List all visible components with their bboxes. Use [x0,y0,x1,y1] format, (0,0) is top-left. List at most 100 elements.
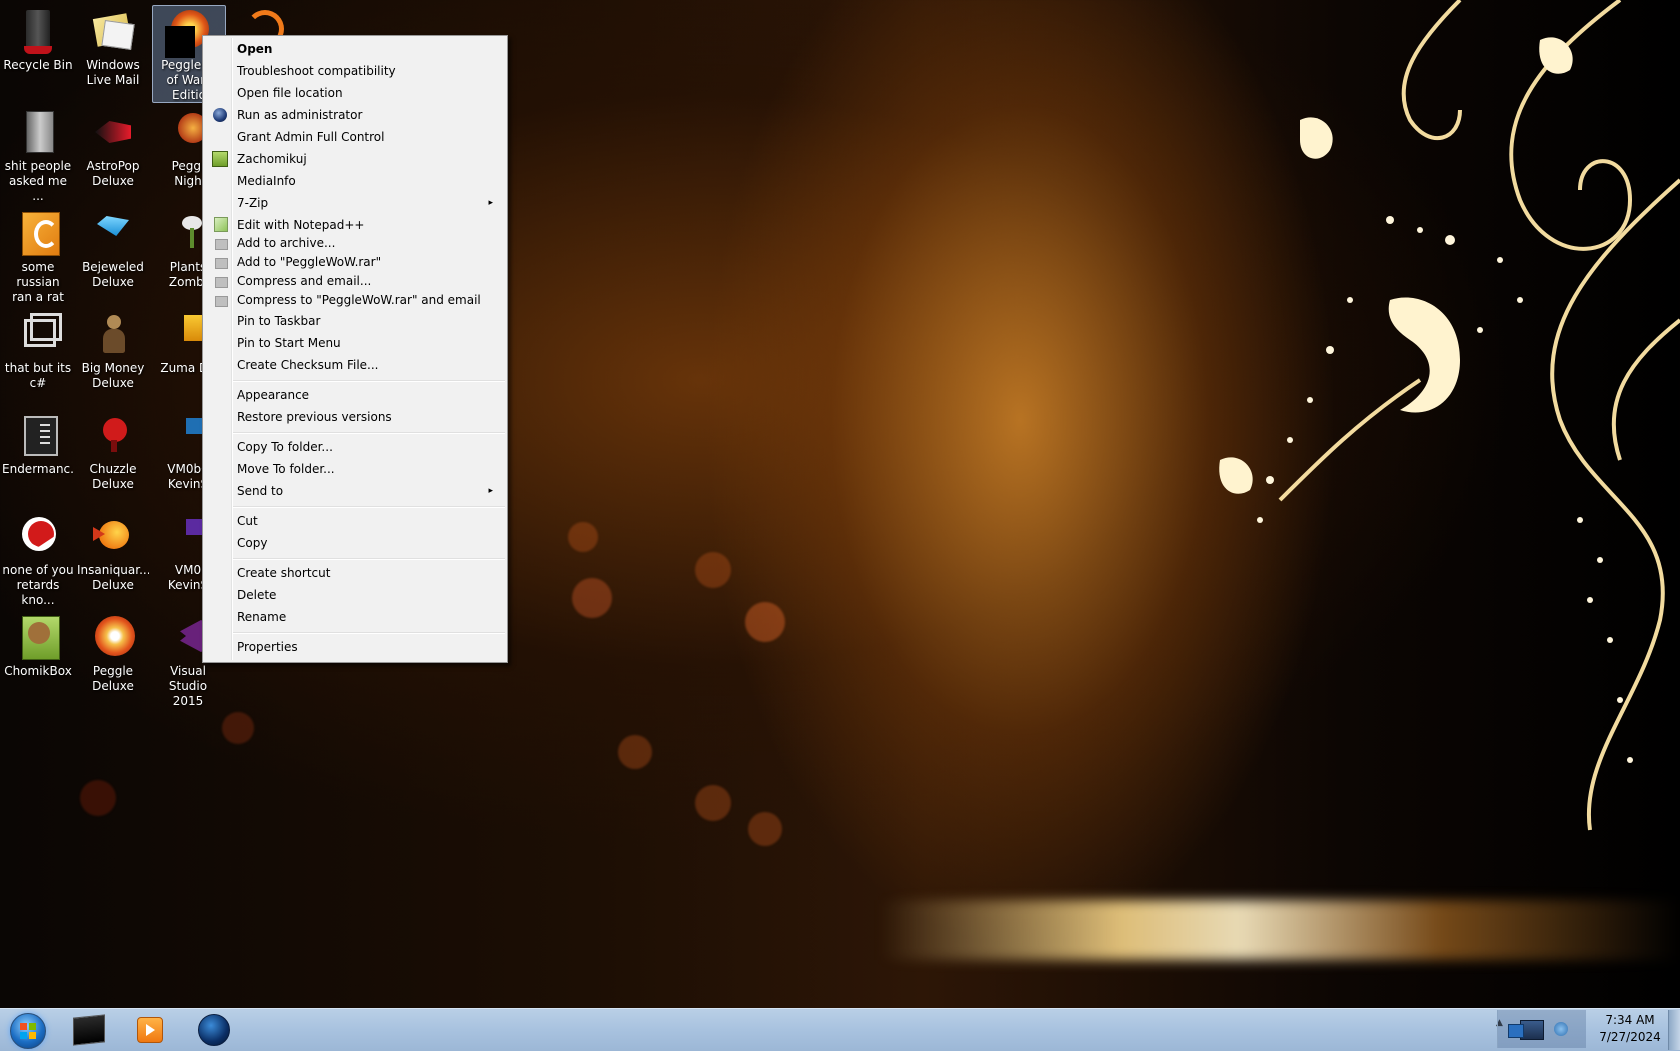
menu-item-move-to-folder[interactable]: Move To folder... [205,458,503,480]
notepad-plus-plus-icon [214,217,228,232]
menu-item-cut[interactable]: Cut [205,510,503,532]
desktop-icon-endermanc[interactable]: Endermanc... [2,410,74,477]
taskbar-button-browser[interactable] [184,1010,242,1048]
menu-item-pin-to-taskbar[interactable]: Pin to Taskbar [205,310,503,332]
menu-item-compress-and-email[interactable]: Compress and email... [205,272,503,291]
menu-item-label: Pin to Taskbar [237,314,321,328]
menu-item-label: Compress to "PeggleWoW.rar" and email [237,293,481,307]
menu-item-7-zip[interactable]: 7-Zip ▸ [205,192,503,214]
icon-label: Windows Live Mail [86,58,140,87]
menu-item-copy[interactable]: Copy [205,532,503,554]
desktop-icon-shit-people-asked[interactable]: shit people asked me ... [2,107,74,204]
menu-item-delete[interactable]: Delete [205,584,503,606]
icon-label: Bejeweled Deluxe [82,260,144,289]
desktop-icon-insaniquarium[interactable]: Insaniquar... Deluxe [77,511,149,593]
insaniquarium-icon [89,513,137,561]
menu-item-create-checksum-file[interactable]: Create Checksum File... [205,354,503,376]
icon-label: ChomikBox [4,664,72,678]
taskbar-clock[interactable]: 7:34 AM 7/27/2024 [1590,1012,1670,1046]
menu-item-open-file-location[interactable]: Open file location [205,82,503,104]
menu-item-label: Send to [237,484,284,498]
desktop-icon-windows-live-mail[interactable]: Windows Live Mail [77,6,149,88]
menu-item-label: Properties [237,640,298,654]
menu-item-label: Troubleshoot compatibility [237,64,396,78]
windows-start-icon [10,1013,46,1049]
menu-item-label: Cut [237,514,258,528]
desktop-icon-big-money[interactable]: Big Money Deluxe [77,309,149,391]
submenu-arrow-icon: ▸ [488,198,493,208]
wallpaper-bokeh [748,812,782,846]
menu-item-properties[interactable]: Properties [205,636,503,658]
desktop-icon-chuzzle[interactable]: Chuzzle Deluxe [77,410,149,492]
taskbar-button-media-player[interactable] [120,1010,178,1048]
wallpaper-bokeh [695,552,731,588]
menu-item-grant-admin-full-control[interactable]: Grant Admin Full Control [205,126,503,148]
icon-label: Insaniquar... Deluxe [77,563,149,592]
icon-label: Recycle Bin [3,58,73,72]
icon-label: AstroPop Deluxe [86,159,140,188]
desktop-icon-that-but-its[interactable]: that but its c# [2,309,74,391]
menu-item-label: MediaInfo [237,174,296,188]
menu-separator [233,632,505,634]
wallpaper-bokeh [222,712,254,744]
wallpaper-bokeh [695,785,731,821]
icon-label: some russian ran a rat [12,260,64,304]
menu-item-send-to[interactable]: Send to ▸ [205,480,503,502]
icon-label: Chuzzle Deluxe [89,462,137,491]
volume-icon[interactable] [1554,1022,1568,1036]
icon-label: shit people asked me ... [4,159,72,203]
menu-item-pin-to-start-menu[interactable]: Pin to Start Menu [205,332,503,354]
menu-item-label: Edit with Notepad++ [237,218,365,232]
menu-item-restore-previous-versions[interactable]: Restore previous versions [205,406,503,428]
menu-item-open[interactable]: Open [205,38,503,60]
desktop-icon-astropop[interactable]: AstroPop Deluxe [77,107,149,189]
menu-item-label: Add to "PeggleWoW.rar" [237,255,382,269]
icon-label: Peggle Deluxe [92,664,134,693]
menu-item-mediainfo[interactable]: MediaInfo [205,170,503,192]
menu-item-zachomikuj[interactable]: Zachomikuj [205,148,503,170]
menu-item-rename[interactable]: Rename [205,606,503,628]
menu-item-appearance[interactable]: Appearance [205,384,503,406]
globe-browser-icon [198,1014,230,1046]
desktop-icon-none-of-you[interactable]: none of you retards kno... [2,511,74,608]
menu-item-label: Create Checksum File... [237,358,379,372]
menu-separator [233,432,505,434]
big-money-icon [89,311,137,359]
chuzzle-icon [89,412,137,460]
peggle-icon [89,614,137,662]
menu-item-label: Copy To folder... [237,440,333,454]
context-menu: Open Troubleshoot compatibility Open fil… [202,35,508,663]
uac-shield-icon [213,108,227,122]
desktop-icon-bejeweled[interactable]: Bejeweled Deluxe [77,208,149,290]
menu-item-label: Open [237,42,273,56]
menu-item-run-as-administrator[interactable]: Run as administrator [205,104,503,126]
menu-item-label: Compress and email... [237,274,372,288]
menu-item-create-shortcut[interactable]: Create shortcut [205,562,503,584]
menu-item-add-to-pegglewow-rar[interactable]: Add to "PeggleWoW.rar" [205,253,503,272]
show-desktop-button[interactable] [1668,1010,1680,1050]
submenu-arrow-icon: ▸ [488,486,493,496]
desktop-icon-some-russian[interactable]: some russian ran a rat [2,208,74,305]
menu-item-label: Pin to Start Menu [237,336,341,350]
taskbar-button-command-prompt[interactable] [60,1010,118,1048]
recycle-bin-icon [14,8,62,56]
menu-item-label: Rename [237,610,287,624]
start-button[interactable] [4,1011,52,1049]
clock-time: 7:34 AM [1605,1013,1655,1027]
menu-item-add-to-archive[interactable]: Add to archive... [205,234,503,253]
desktop[interactable]: Recycle Bin Windows Live Mail Peggle W o… [0,0,1680,1008]
winrar-icon [215,239,228,250]
winrar-icon [215,296,228,307]
desktop-icon-peggle-deluxe[interactable]: Peggle Deluxe [77,612,149,694]
desktop-icon-chomikbox[interactable]: ChomikBox [2,612,74,679]
menu-item-label: Zachomikuj [237,152,307,166]
wallpaper-bokeh [568,522,598,552]
menu-item-compress-to-pegglewow-rar-and-email[interactable]: Compress to "PeggleWoW.rar" and email [205,291,503,310]
menu-item-troubleshoot-compatibility[interactable]: Troubleshoot compatibility [205,60,503,82]
desktop-icon-recycle-bin[interactable]: Recycle Bin [2,6,74,73]
menu-item-copy-to-folder[interactable]: Copy To folder... [205,436,503,458]
menu-item-label: Open file location [237,86,343,100]
clock-date: 7/27/2024 [1599,1030,1661,1044]
menu-item-edit-with-notepad-plus-plus[interactable]: Edit with Notepad++ [205,214,503,236]
monitor-icon[interactable] [1508,1024,1524,1038]
